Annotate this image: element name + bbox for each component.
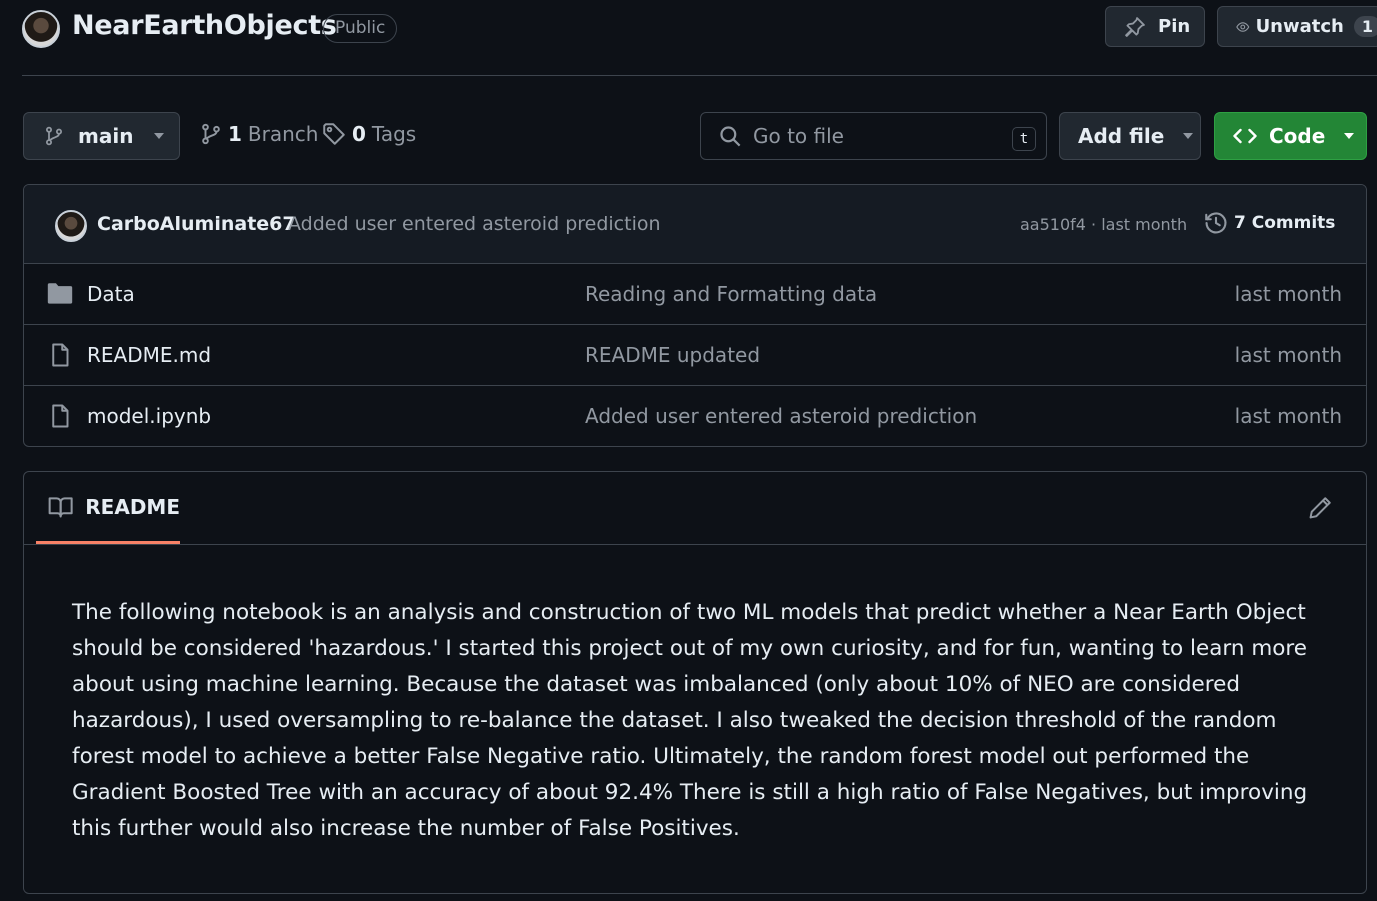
file-commit-message[interactable]: README updated [585,343,760,367]
git-branch-icon [45,126,63,146]
history-icon [1205,212,1227,234]
repo-name[interactable]: NearEarthObjects [72,10,337,41]
keyboard-shortcut-hint: t [1012,127,1036,151]
chevron-down-icon [154,133,165,139]
tag-label: Tags [371,122,417,146]
branch-label: Branch [247,122,319,146]
chevron-down-icon [1344,133,1355,139]
code-label: Code [1269,124,1326,148]
file-icon [52,343,69,367]
search-icon [720,126,741,147]
commits-count-label: 7 Commits [1234,213,1336,233]
pin-button[interactable]: Pin [1105,6,1205,47]
file-commit-date: last month [1234,282,1342,306]
header-divider [22,75,1377,76]
file-commit-date: last month [1234,404,1342,428]
tab-readme[interactable]: README [36,472,180,544]
branches-link[interactable]: 1 Branch [200,122,318,146]
repo-owner-avatar[interactable] [22,10,60,48]
latest-commit-bar: CarboAluminate67 Added user entered aste… [24,185,1366,264]
tags-link[interactable]: 0 Tags [322,122,416,146]
file-name[interactable]: model.ipynb [87,404,211,428]
readme-tab-label: README [85,494,180,519]
branch-count: 1 [228,122,242,146]
readme-content: The following notebook is an analysis an… [72,600,1308,841]
add-file-button[interactable]: Add file [1059,112,1201,160]
commit-author-avatar[interactable] [55,210,87,242]
file-browser: CarboAluminate67 Added user entered aste… [23,184,1367,447]
git-branch-icon [202,123,220,145]
add-file-label: Add file [1078,124,1165,148]
file-name[interactable]: README.md [87,343,211,367]
eye-icon [1236,21,1250,32]
commits-link[interactable]: 7 Commits [1204,211,1335,235]
file-row[interactable]: model.ipynb Added user entered asteroid … [24,386,1366,446]
tag-icon [323,123,345,145]
branch-name: main [78,124,134,148]
pencil-icon[interactable] [1308,496,1332,520]
readme-divider [24,544,1366,545]
file-commit-message[interactable]: Added user entered asteroid prediction [585,404,977,428]
branch-select[interactable]: main [23,112,180,160]
file-name[interactable]: Data [87,282,135,306]
book-icon [48,496,73,517]
code-icon [1233,128,1257,144]
unwatch-button[interactable]: Unwatch 1 [1217,6,1377,47]
go-to-file-placeholder: Go to file [753,124,844,148]
unwatch-label: Unwatch [1255,16,1344,37]
file-row[interactable]: Data Reading and Formatting data last mo… [24,264,1366,325]
pin-icon [1125,16,1145,37]
visibility-badge: Public [323,14,398,43]
file-icon [52,404,69,428]
go-to-file-input[interactable]: Go to file t [700,112,1047,160]
file-commit-message[interactable]: Reading and Formatting data [585,282,877,306]
commit-message[interactable]: Added user entered asteroid prediction [288,213,661,235]
file-row[interactable]: README.md README updated last month [24,325,1366,386]
pin-label: Pin [1158,16,1191,37]
watch-count: 1 [1353,16,1377,37]
file-commit-date: last month [1234,343,1342,367]
folder-icon [47,283,73,304]
tag-count: 0 [352,122,366,146]
commit-hash-and-date[interactable]: aa510f4 · last month [1020,215,1187,234]
commit-author[interactable]: CarboAluminate67 [97,213,296,235]
readme-panel: README The following notebook is an anal… [23,471,1367,894]
code-button[interactable]: Code [1214,112,1367,160]
chevron-down-icon [1183,133,1194,139]
